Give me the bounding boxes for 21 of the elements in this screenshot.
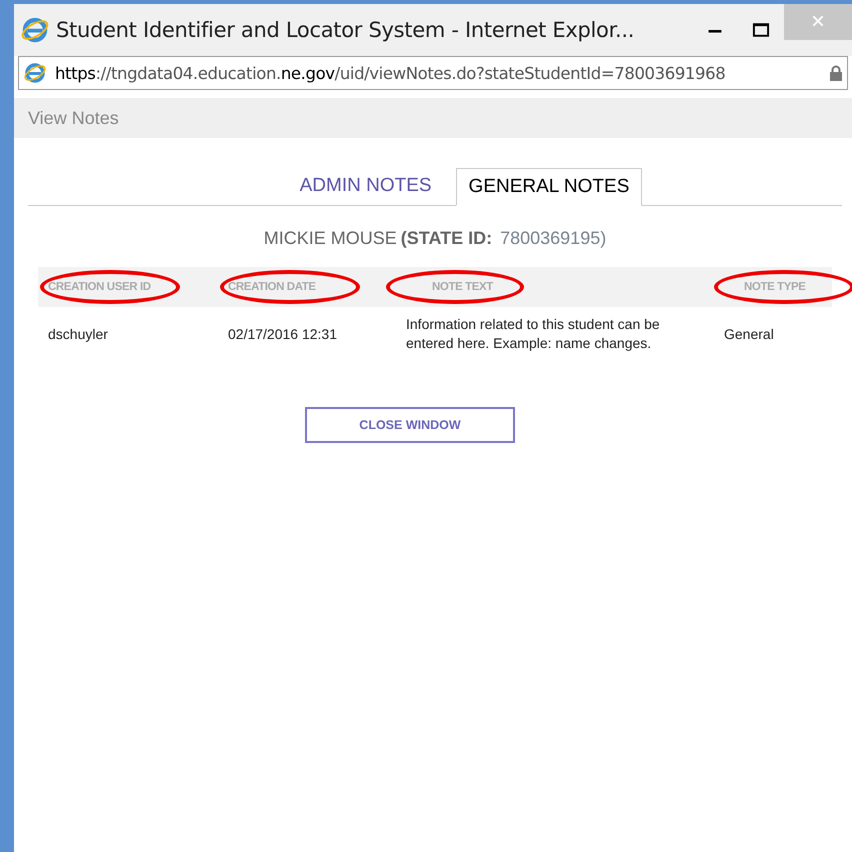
column-header: NOTE TEXT xyxy=(432,281,493,293)
browser-logo-icon xyxy=(20,15,50,45)
close-window-button[interactable]: CLOSE WINDOW xyxy=(305,407,515,443)
state-id-value: 7800369195) xyxy=(500,228,606,248)
tab[interactable]: GENERAL NOTES xyxy=(456,168,642,206)
column-header: CREATION USER ID xyxy=(48,281,151,293)
browser-logo-icon xyxy=(23,61,47,85)
table-cell-text: dschuyler xyxy=(47,324,109,344)
table-cell-text: 02/17/2016 12:31 xyxy=(227,324,338,344)
column-header: NOTE TYPE xyxy=(744,281,806,293)
table-cell-text: Information related to this student can be entered here. Example: name changes. xyxy=(405,315,661,353)
page-header: View Notes xyxy=(28,108,119,128)
table-cell-text: General xyxy=(723,324,775,344)
tab[interactable]: ADMIN NOTES xyxy=(288,168,444,205)
window-title: Student Identifier and Locator System - Internet Explor... xyxy=(56,18,636,42)
column-header: CREATION DATE xyxy=(228,281,316,293)
state-id-label: (STATE ID: xyxy=(400,228,492,248)
maximize-icon[interactable] xyxy=(752,21,770,39)
url-text: https://tngdata04.education.ne.gov/uid/viewNotes.do?stateStudentId=78003691968 xyxy=(55,64,726,82)
student-name: MICKIE MOUSE xyxy=(264,228,397,248)
address-bar[interactable]: https://tngdata04.education.ne.gov/uid/viewNotes.do?stateStudentId=78003691968 xyxy=(18,56,848,90)
